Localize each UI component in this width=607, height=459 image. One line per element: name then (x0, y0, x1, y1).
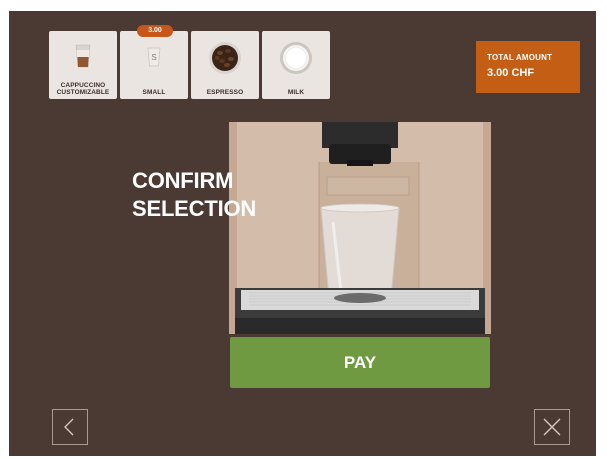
selection-card-milk[interactable]: MILK (262, 31, 330, 99)
cappuccino-glass-icon (73, 43, 93, 74)
cappuccino-label-line1: CAPPUCCINO (60, 82, 106, 89)
confirm-heading-line1: CONFIRM (132, 168, 234, 193)
milk-label: MILK (287, 89, 305, 96)
confirm-heading-line2: SELECTION (132, 196, 257, 221)
selection-card-cappuccino[interactable]: CAPPUCCINO CUSTOMIZABLE (49, 31, 117, 99)
small-cup-icon: S (146, 47, 162, 72)
pay-button[interactable]: PAY (230, 337, 490, 388)
back-button[interactable] (52, 409, 88, 445)
cappuccino-label-line2: CUSTOMIZABLE (56, 89, 110, 96)
selection-card-espresso[interactable]: ESPRESSO (191, 31, 259, 99)
close-icon (535, 418, 569, 447)
svg-text:S: S (151, 53, 156, 62)
total-amount-label: TOTAL AMOUNT (487, 53, 553, 62)
coffee-beans-icon (208, 41, 242, 80)
confirm-selection-heading: CONFIRM SELECTION (132, 167, 332, 223)
milk-bowl-icon (279, 41, 313, 80)
cancel-button[interactable] (534, 409, 570, 445)
selection-card-small[interactable]: S SMALL (120, 31, 188, 99)
espresso-label: ESPRESSO (206, 89, 244, 96)
kiosk-screen: CAPPUCCINO CUSTOMIZABLE S SMALL ESPRESSO… (9, 11, 596, 456)
size-price-badge: 3.00 (137, 25, 173, 37)
coffee-machine-preview (229, 122, 491, 334)
total-amount-box: TOTAL AMOUNT 3.00 CHF (476, 41, 580, 93)
chevron-left-icon (53, 418, 87, 447)
small-label: SMALL (142, 89, 166, 96)
total-amount-value: 3.00 CHF (487, 67, 535, 79)
